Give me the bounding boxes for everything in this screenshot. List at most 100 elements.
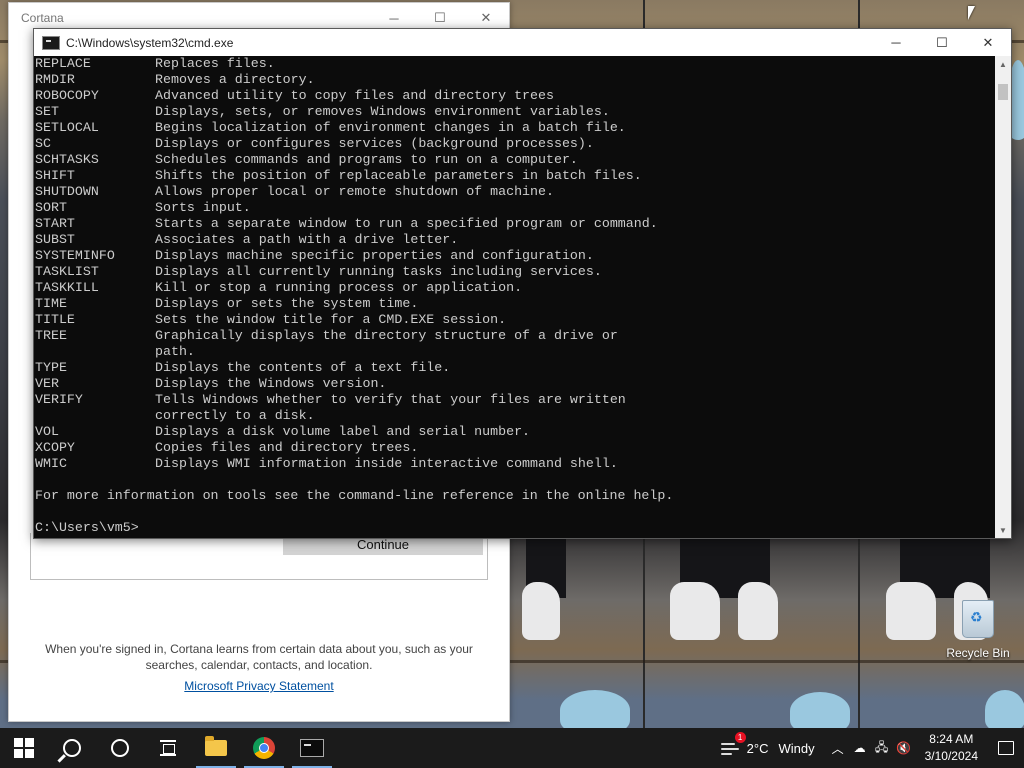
console-line: TASKKILL Kill or stop a running process o… — [34, 280, 995, 296]
wallpaper-hood — [560, 690, 630, 728]
cortana-title: Cortana — [21, 11, 64, 25]
console-command-name: TASKLIST — [35, 264, 99, 279]
console-command-name — [35, 344, 155, 360]
console-command-description: Tells Windows whether to verify that you… — [155, 392, 626, 407]
console-command-name: SCHTASKS — [35, 152, 99, 167]
scroll-down-arrow-icon[interactable]: ▼ — [995, 522, 1011, 538]
taskbar: 1 2°C Windy ︿ ☁ 🖧 🔇 8:24 AM 3/10/2024 — [0, 728, 1024, 768]
mouse-cursor-icon — [968, 6, 975, 20]
cmd-icon — [300, 739, 324, 757]
cmd-window: C:\Windows\system32\cmd.exe ─ ☐ ✕ REPLAC… — [33, 28, 1012, 539]
cortana-button[interactable] — [96, 728, 144, 768]
console-scrollbar[interactable]: ▲ ▼ — [995, 56, 1011, 538]
console-command-name — [35, 408, 155, 424]
network-icon[interactable]: 🖧 — [871, 728, 893, 768]
weather-badge: 1 — [734, 732, 746, 743]
console-line: TYPE Displays the contents of a text file… — [34, 360, 995, 376]
cmd-title: C:\Windows\system32\cmd.exe — [66, 35, 234, 50]
chrome-button[interactable] — [240, 728, 288, 768]
close-icon: ✕ — [480, 10, 492, 25]
console-command-name: START — [35, 216, 75, 231]
console-line: For more information on tools see the co… — [34, 488, 995, 504]
privacy-statement-link[interactable]: Microsoft Privacy Statement — [9, 679, 509, 693]
console-command-name: SET — [35, 104, 59, 119]
cortana-info-line: searches, calendar, contacts, and locati… — [145, 658, 373, 672]
show-hidden-icons-button[interactable]: ︿ — [827, 728, 849, 768]
console-command-description: Replaces files. — [155, 56, 275, 71]
console-line: VOL Displays a disk volume label and seri… — [34, 424, 995, 440]
wind-icon: 1 — [720, 732, 746, 756]
maximize-icon: ☐ — [936, 34, 948, 50]
console-line: SHIFT Shifts the position of replaceable … — [34, 168, 995, 184]
console-command-name: TREE — [35, 328, 67, 343]
volume-muted-icon[interactable]: 🔇 — [893, 728, 915, 768]
console-command-description: Allows proper local or remote shutdown o… — [155, 184, 554, 199]
clock-time: 8:24 AM — [929, 732, 974, 746]
console-command-name: VOL — [35, 424, 59, 439]
console-line: SET Displays, sets, or removes Windows en… — [34, 104, 995, 120]
wallpaper-shoe — [886, 582, 936, 640]
weather-widget[interactable]: 1 2°C Windy — [720, 732, 815, 756]
recycle-bin-shortcut[interactable]: Recycle Bin — [940, 600, 1016, 660]
notification-icon — [998, 741, 1014, 755]
cmd-taskbar-button[interactable] — [288, 728, 336, 768]
console-line: VER Displays the Windows version. — [34, 376, 995, 392]
console-command-description: Displays all currently running tasks inc… — [155, 264, 602, 279]
task-view-icon — [160, 740, 176, 756]
console-line: SETLOCAL Begins localization of environme… — [34, 120, 995, 136]
cmd-minimize-button[interactable]: ─ — [873, 28, 919, 58]
onedrive-icon[interactable]: ☁ — [849, 728, 871, 768]
cmd-maximize-button[interactable]: ☐ — [919, 28, 965, 58]
console-line: ROBOCOPY Advanced utility to copy files a… — [34, 88, 995, 104]
console-line: SYSTEMINFO Displays machine specific prop… — [34, 248, 995, 264]
console-command-name: ROBOCOPY — [35, 88, 99, 103]
console-line: TREE Graphically displays the directory s… — [34, 328, 995, 344]
task-view-button[interactable] — [144, 728, 192, 768]
console-command-description: Displays or configures services (backgro… — [155, 136, 594, 151]
cortana-info-text: When you're signed in, Cortana learns fr… — [29, 641, 489, 673]
console-command-name: SORT — [35, 200, 67, 215]
action-center-button[interactable] — [988, 728, 1024, 768]
console-command-description: Associates a path with a drive letter. — [155, 232, 459, 247]
console-command-name: TIME — [35, 296, 67, 311]
console-line: path. — [34, 344, 995, 360]
console-command-description: Schedules commands and programs to run o… — [155, 152, 578, 167]
search-button[interactable] — [48, 728, 96, 768]
cortana-dialog: Continue — [30, 533, 488, 580]
console-line: VERIFY Tells Windows whether to verify th… — [34, 392, 995, 408]
console-output[interactable]: REPLACE Replaces files. RMDIR Removes a dir… — [34, 56, 995, 538]
weather-text: Windy — [778, 740, 815, 756]
console-command-description: correctly to a disk. — [155, 408, 315, 423]
console-command-name: VERIFY — [35, 392, 83, 407]
console-command-name: SC — [35, 136, 51, 151]
start-button[interactable] — [0, 728, 48, 768]
clock[interactable]: 8:24 AM 3/10/2024 — [925, 731, 978, 765]
console-command-name: VER — [35, 376, 59, 391]
console-command-description: Kill or stop a running process or applic… — [155, 280, 523, 295]
console-command-name: For more information on tools see the co… — [35, 488, 674, 503]
console-command-description: Sorts input. — [155, 200, 251, 215]
console-line: correctly to a disk. — [34, 408, 995, 424]
console-line: SORT Sorts input. — [34, 200, 995, 216]
console-command-description: Sets the window title for a CMD.EXE sess… — [155, 312, 507, 327]
cmd-close-button[interactable]: ✕ — [965, 28, 1011, 58]
console-line: SCHTASKS Schedules commands and programs … — [34, 152, 995, 168]
console-command-description: Advanced utility to copy files and direc… — [155, 88, 554, 103]
minimize-icon: ─ — [891, 35, 901, 50]
file-explorer-icon — [205, 736, 227, 756]
console-line: XCOPY Copies files and directory trees. — [34, 440, 995, 456]
console-line: SUBST Associates a path with a drive lett… — [34, 232, 995, 248]
console-line: SC Displays or configures services (backg… — [34, 136, 995, 152]
console-command-description: Displays the Windows version. — [155, 376, 387, 391]
file-explorer-button[interactable] — [192, 728, 240, 768]
console-command-name: TASKKILL — [35, 280, 99, 295]
scrollbar-thumb[interactable] — [998, 84, 1008, 100]
scroll-up-arrow-icon[interactable]: ▲ — [995, 56, 1011, 72]
console-command-name: SYSTEMINFO — [35, 248, 115, 263]
console-command-name: TITLE — [35, 312, 75, 327]
cmd-titlebar[interactable]: C:\Windows\system32\cmd.exe ─ ☐ ✕ — [34, 29, 1011, 56]
clock-date: 3/10/2024 — [924, 749, 978, 763]
console-line: SHUTDOWN Allows proper local or remote sh… — [34, 184, 995, 200]
chrome-icon — [253, 737, 275, 759]
